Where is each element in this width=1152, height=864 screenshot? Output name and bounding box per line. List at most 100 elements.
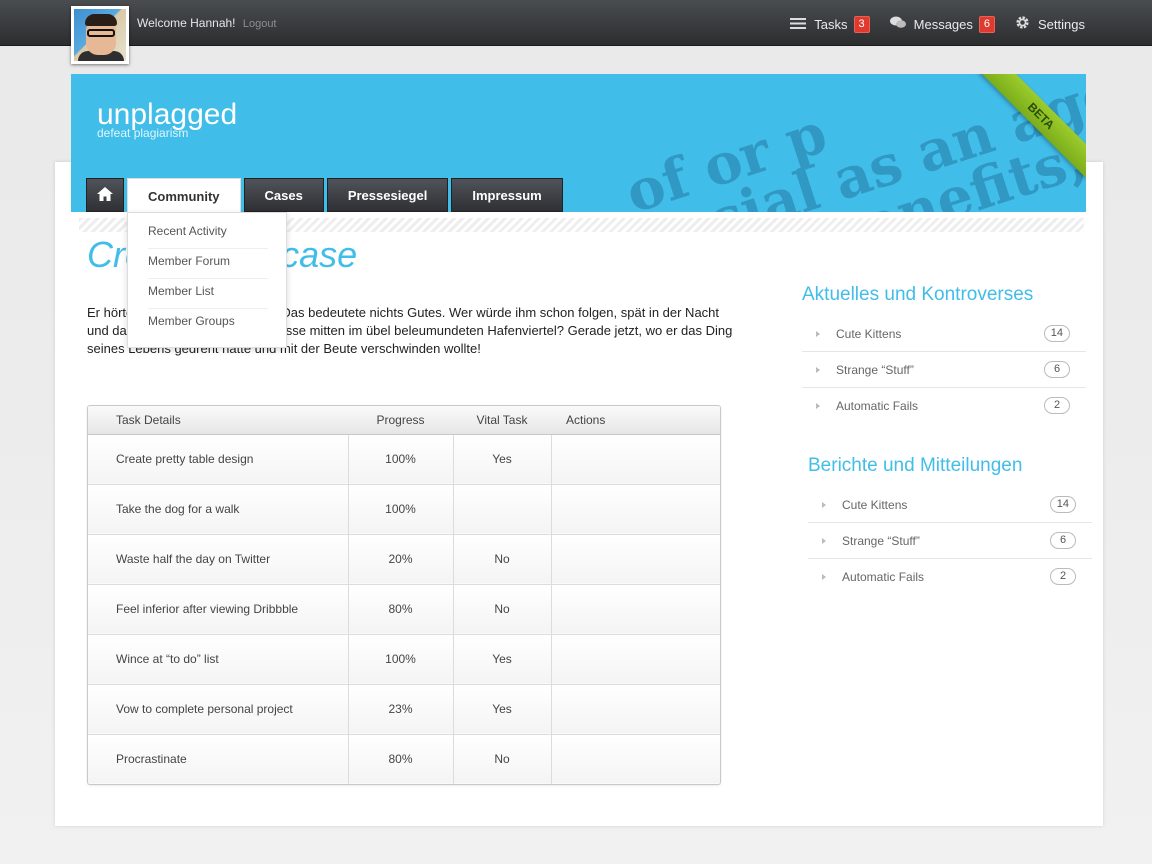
sidebar-item-strange-stuff[interactable]: Strange “Stuff” 6 [808, 523, 1092, 559]
table-header-row: Task Details Progress Vital Task Actions [88, 406, 720, 435]
avatar[interactable] [71, 6, 129, 64]
messages-label: Messages [913, 16, 973, 32]
logo[interactable]: unplagged defeat plagiarism [97, 98, 237, 140]
count-badge: 2 [1050, 568, 1076, 585]
sidebar-item-automatic-fails[interactable]: Automatic Fails 2 [808, 559, 1092, 595]
sidebar-section-title: Berichte und Mitteilungen [808, 455, 1023, 476]
count-badge: 6 [1050, 532, 1076, 549]
sidebar-item-label: Strange “Stuff” [842, 533, 920, 548]
list-icon [790, 17, 807, 32]
menu-item-member-groups[interactable]: Member Groups [148, 309, 268, 339]
table-row[interactable]: Wince at “to do” list 100% Yes [88, 634, 720, 685]
task-vital: No [453, 734, 552, 784]
task-vital: No [453, 584, 552, 635]
task-progress: 100% [348, 634, 454, 685]
table-row[interactable]: Vow to complete personal project 23% Yes [88, 684, 720, 735]
count-badge: 2 [1044, 397, 1070, 414]
count-badge: 6 [1044, 361, 1070, 378]
column-header-actions[interactable]: Actions [551, 406, 720, 435]
sidebar-section-aktuelles: Aktuelles und Kontroverses Cute Kittens … [802, 284, 1086, 424]
menu-item-member-list[interactable]: Member List [148, 279, 268, 309]
tab-impressum[interactable]: Impressum [451, 178, 563, 212]
task-progress: 23% [348, 684, 454, 735]
top-nav: Tasks 3 Messages 6 Settings [790, 15, 1085, 33]
messages-link[interactable]: Messages 6 [889, 15, 996, 33]
task-actions[interactable] [551, 684, 720, 735]
table-row[interactable]: Waste half the day on Twitter 20% No [88, 534, 720, 585]
settings-label: Settings [1038, 16, 1085, 32]
table-row[interactable]: Procrastinate 80% No [88, 734, 720, 784]
task-actions[interactable] [551, 584, 720, 635]
caret-right-icon [816, 330, 820, 337]
task-vital: Yes [453, 434, 552, 485]
community-dropdown: Recent Activity Member Forum Member List… [127, 212, 287, 348]
table-row[interactable]: Take the dog for a walk 100% [88, 484, 720, 535]
task-vital: No [453, 534, 552, 585]
caret-right-icon [822, 501, 826, 508]
task-actions[interactable] [551, 734, 720, 784]
caret-right-icon [816, 403, 820, 409]
tab-pressesiegel[interactable]: Pressesiegel [326, 178, 449, 212]
count-badge: 14 [1049, 496, 1076, 513]
caret-right-icon [816, 366, 820, 373]
task-vital: Yes [453, 684, 552, 735]
table-row[interactable]: Feel inferior after viewing Dribbble 80%… [88, 584, 720, 635]
sidebar-section-berichte: Berichte und Mitteilungen Cute Kittens 1… [808, 455, 1092, 595]
home-icon [97, 186, 113, 204]
sidebar-item-cute-kittens[interactable]: Cute Kittens 14 [802, 316, 1086, 352]
task-progress: 100% [348, 434, 454, 485]
menu-item-member-forum[interactable]: Member Forum [148, 249, 268, 279]
sidebar-section-title: Aktuelles und Kontroverses [802, 284, 1034, 305]
tab-cases[interactable]: Cases [243, 178, 324, 212]
menu-item-recent-activity[interactable]: Recent Activity [148, 219, 268, 249]
task-actions[interactable] [551, 634, 720, 685]
table-row[interactable]: Create pretty table design 100% Yes [88, 434, 720, 485]
sidebar-item-cute-kittens[interactable]: Cute Kittens 14 [808, 487, 1092, 523]
main-nav: Community Cases Pressesiegel Impressum [86, 178, 563, 214]
task-table: Task Details Progress Vital Task Actions… [87, 405, 721, 785]
tab-community[interactable]: Community [127, 178, 241, 214]
tasks-badge: 3 [853, 15, 870, 33]
task-progress: 20% [348, 534, 454, 585]
tab-home[interactable] [86, 178, 124, 212]
welcome-area: Welcome Hannah! Logout [137, 16, 277, 30]
column-header-progress[interactable]: Progress [348, 406, 453, 435]
task-name: Create pretty table design [88, 434, 349, 485]
logout-link[interactable]: Logout [243, 18, 277, 30]
task-name: Feel inferior after viewing Dribbble [88, 584, 349, 635]
sidebar-item-label: Cute Kittens [842, 497, 908, 512]
task-name: Take the dog for a walk [88, 484, 349, 535]
task-progress: 100% [348, 484, 454, 535]
task-name: Vow to complete personal project [88, 684, 349, 735]
chat-icon [889, 16, 906, 32]
messages-badge: 6 [978, 15, 996, 33]
caret-right-icon [822, 537, 826, 544]
task-name: Procrastinate [88, 734, 349, 784]
settings-link[interactable]: Settings [1015, 15, 1085, 33]
avatar-image [74, 9, 126, 61]
gear-icon [1015, 15, 1030, 33]
tasks-link[interactable]: Tasks 3 [790, 15, 870, 33]
sidebar-item-label: Strange “Stuff” [836, 362, 914, 377]
task-progress: 80% [348, 734, 454, 784]
task-progress: 80% [348, 584, 454, 635]
column-header-task-details[interactable]: Task Details [88, 406, 348, 435]
top-bar: Welcome Hannah! Logout Tasks 3 Messages … [0, 0, 1152, 46]
task-vital: Yes [453, 634, 552, 685]
task-actions[interactable] [551, 434, 720, 485]
sidebar-item-label: Automatic Fails [836, 399, 919, 413]
tasks-label: Tasks [814, 16, 848, 32]
welcome-text: Welcome Hannah! [137, 16, 236, 30]
task-name: Wince at “to do” list [88, 634, 349, 685]
caret-right-icon [822, 574, 826, 580]
sidebar-item-automatic-fails[interactable]: Automatic Fails 2 [802, 388, 1086, 424]
task-vital [453, 484, 552, 535]
task-actions[interactable] [551, 484, 720, 535]
count-badge: 14 [1043, 325, 1070, 342]
sidebar-item-label: Automatic Fails [842, 570, 925, 584]
task-actions[interactable] [551, 534, 720, 585]
task-name: Waste half the day on Twitter [88, 534, 349, 585]
sidebar-item-label: Cute Kittens [836, 326, 902, 341]
sidebar-item-strange-stuff[interactable]: Strange “Stuff” 6 [802, 352, 1086, 388]
column-header-vital-task[interactable]: Vital Task [453, 406, 551, 435]
